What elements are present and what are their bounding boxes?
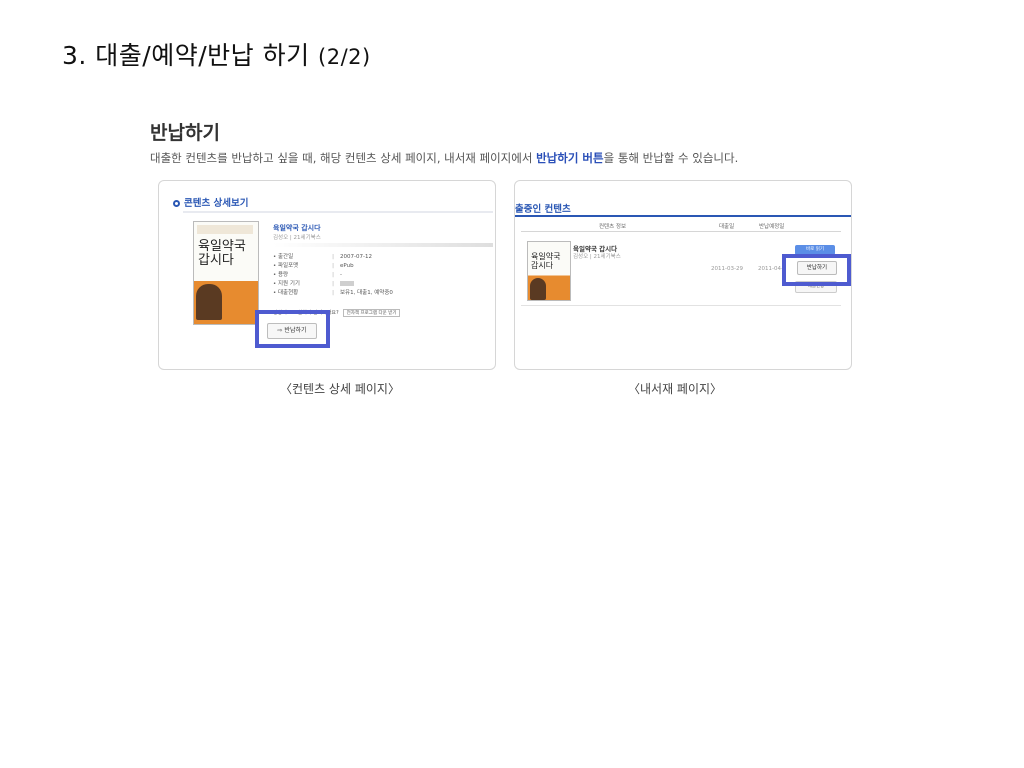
meta-row: • 파일포맷 | ePub [273,263,354,269]
section-heading: 반납하기 [150,122,220,144]
slide-title: 3. 대출/예약/반납 하기 (2/2) [62,36,371,72]
desc-text-after: 을 통해 반납할 수 있습니다. [603,151,739,165]
meta-value: 2007-07-12 [340,254,372,260]
book-author-publisher: 김성오 | 21세기북스 [273,235,321,241]
highlight-box [782,254,851,286]
meta-row: • 출간일 | 2007-07-12 [273,254,372,260]
meta-row: • 용량 | - [273,272,342,278]
meta-key: 출간일 [278,254,294,260]
desc-highlight: 반납하기 버튼 [536,151,604,165]
circle-bullet-icon [173,200,180,207]
book-cover-thumbnail[interactable]: 육일약국 갑시다 [527,241,571,301]
content-detail-header-label: 콘텐츠 상세보기 [184,198,249,209]
content-detail-header: 콘텐츠 상세보기 [173,195,249,209]
book-title[interactable]: 육일약국 갑시다 [273,223,321,233]
table-row-divider [521,305,841,306]
cover-title-script: 육일약국 갑시다 [531,252,561,270]
meta-value: - [340,272,342,278]
download-program-button[interactable]: 전자책 프로그램 다운 받기 [342,309,401,317]
meta-value: 보유1, 대출1, 예약중0 [340,290,393,296]
loan-date: 2011-03-29 [711,266,743,272]
header-divider [183,211,493,213]
cover-top-band [197,225,253,234]
due-date: 2011-04- [758,266,783,272]
slide-title-suffix: (2/2) [318,45,371,69]
meta-key: 대출현황 [278,290,299,296]
meta-value: ePub [340,263,354,269]
book-meta-list: • 출간일 | 2007-07-12 • 파일포맷 | ePub • 용량 | - • 지원… [273,253,393,298]
caption-library-page: 〈내서재 페이지〉 [628,382,723,396]
my-library-screenshot: 출중인 컨텐츠 컨텐츠 정보 대출일 반납예정일 육일약국 갑시다 육일약국 갑… [514,180,852,370]
table-header-info: 컨텐츠 정보 [599,224,627,230]
book-author-publisher: 김성오 | 21세기북스 [573,254,621,260]
cover-portrait [196,284,222,320]
device-tag [340,281,354,286]
table-header-due-date: 반납예정일 [759,224,785,230]
highlight-box [255,310,330,348]
info-separator [273,243,493,247]
meta-key: 용량 [278,272,289,278]
section-description: 대출한 컨텐츠를 반납하고 싶을 때, 해당 컨텐츠 상세 페이지, 내서재 페… [150,150,738,166]
borrowed-content-title: 출중인 컨텐츠 [515,204,571,215]
meta-row: • 대출현황 | 보유1, 대출1, 예약중0 [273,290,393,296]
table-header-loan-date: 대출일 [719,224,735,230]
caption-detail-page: 〈컨텐츠 상세 페이지〉 [280,382,400,396]
cover-title-script: 육일약국 갑시다 [198,239,246,268]
slide-title-text: 3. 대출/예약/반납 하기 [62,41,310,70]
meta-row: • 지원 기기 | [273,280,393,289]
table-header-divider [521,231,841,232]
content-detail-screenshot: 콘텐츠 상세보기 육일약국 갑시다 육일약국 갑시다 김성오 | 21세기북스 … [158,180,496,370]
book-cover-image: 육일약국 갑시다 [193,221,259,325]
desc-text-before: 대출한 컨텐츠를 반납하고 싶을 때, 해당 컨텐츠 상세 페이지, 내서재 페… [150,151,537,165]
title-underline [515,215,851,217]
meta-key: 지원 기기 [278,281,300,287]
cover-portrait [530,278,546,300]
meta-key: 파일포맷 [278,263,299,269]
